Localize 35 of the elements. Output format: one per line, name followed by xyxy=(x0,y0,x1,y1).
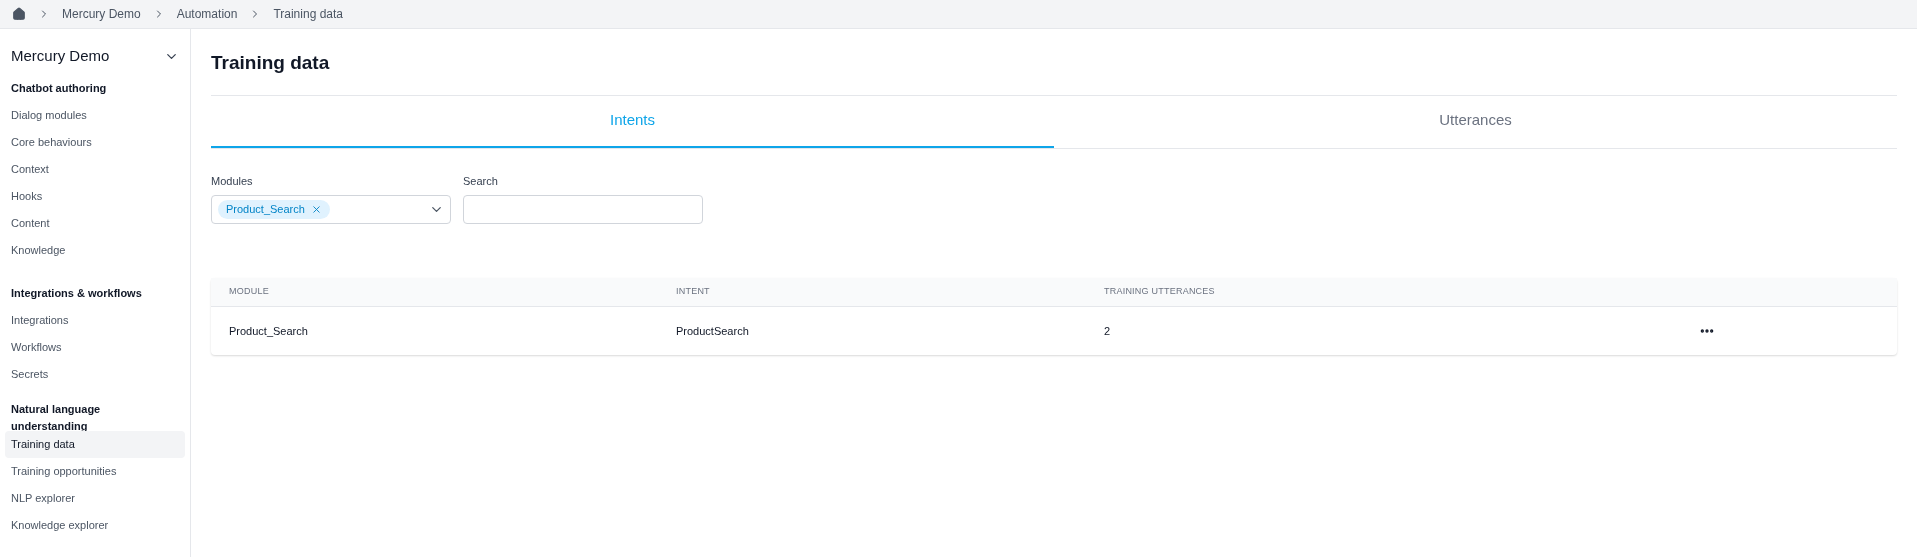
modules-select[interactable]: Product_Search xyxy=(211,195,451,224)
home-icon[interactable] xyxy=(12,7,26,21)
table-cell-text: Product_Search xyxy=(229,323,309,339)
breadcrumb-link[interactable]: Mercury Demo xyxy=(62,5,141,23)
breadcrumb-link[interactable]: Automation xyxy=(176,5,238,23)
module-chip: Product_Search xyxy=(218,200,330,219)
field-label: Search xyxy=(463,173,499,189)
sidebar-item[interactable]: Knowledge xyxy=(5,237,185,264)
sidebar-item[interactable]: Dialog modules xyxy=(5,102,185,129)
search-field[interactable] xyxy=(463,195,703,224)
sidebar-item[interactable]: Knowledge explorer xyxy=(5,512,185,539)
tab[interactable]: Utterances xyxy=(1054,95,1897,148)
workspace-title[interactable]: Mercury Demo xyxy=(11,44,110,68)
sidebar-item[interactable]: Training opportunities xyxy=(5,458,185,485)
sidebar-item[interactable]: Content xyxy=(5,210,185,237)
column-header: INTENT xyxy=(676,285,711,299)
field-label: Modules xyxy=(211,173,254,189)
sidebar-item[interactable]: NLP explorer xyxy=(5,485,185,512)
table-cell-text: ProductSearch xyxy=(676,323,750,339)
sidebar-item[interactable]: Secrets xyxy=(5,361,185,388)
sidebar-item[interactable]: Integrations xyxy=(5,307,185,334)
sidebar-item[interactable]: Context xyxy=(5,156,185,183)
sidebar-item[interactable]: Training data xyxy=(5,431,185,458)
section-heading: Chatbot authoring xyxy=(10,81,108,97)
column-header: MODULE xyxy=(229,285,270,299)
page-title: Training data xyxy=(211,51,331,75)
sidebar-item[interactable]: Core behaviours xyxy=(5,129,185,156)
close-icon[interactable] xyxy=(310,204,322,215)
column-header: TRAINING UTTERANCES xyxy=(1104,285,1216,299)
breadcrumb-link[interactable]: Training data xyxy=(273,5,343,23)
sidebar-item[interactable]: Hooks xyxy=(5,183,185,210)
sidebar-item[interactable]: Workflows xyxy=(5,334,185,361)
table-cell-text: 2 xyxy=(1104,323,1112,339)
section-heading: Integrations & workflows xyxy=(10,286,143,302)
section-heading: Natural language understanding xyxy=(10,404,102,431)
